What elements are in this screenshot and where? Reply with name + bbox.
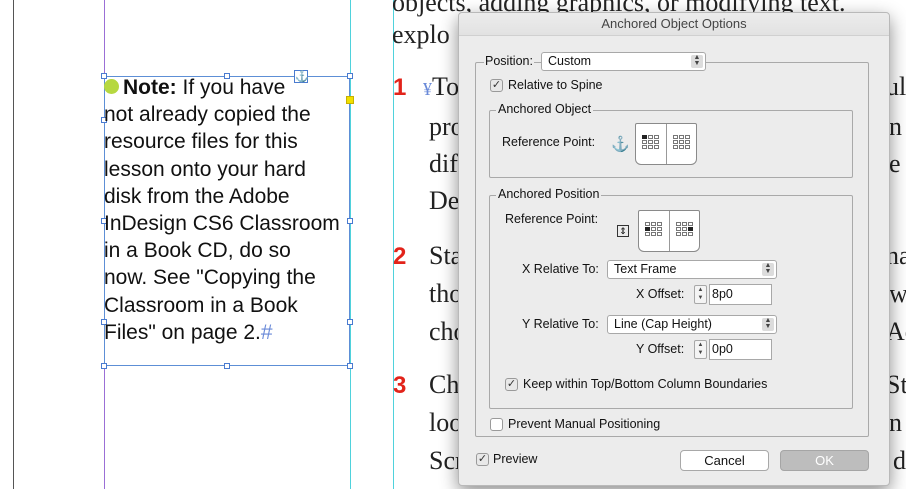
note-line: in a Book CD, do so bbox=[104, 239, 291, 263]
spine-relative-icon: ⇕ bbox=[617, 225, 629, 237]
chevron-updown-icon: ▲ ▼ bbox=[691, 54, 703, 68]
paragraph-end-mark: # bbox=[260, 320, 273, 344]
y-offset-stepper[interactable]: ▲ ▼ bbox=[694, 340, 707, 359]
indesign-canvas: ⚓ Note: If you have not already copied t… bbox=[0, 0, 906, 489]
anchor-position-marker: ¥ bbox=[423, 79, 432, 99]
note-line: resource files for this bbox=[104, 130, 298, 154]
ok-button[interactable]: OK bbox=[780, 450, 869, 471]
step-line: De bbox=[429, 186, 460, 215]
chevron-updown-icon: ▲ ▼ bbox=[762, 317, 774, 331]
body-fragment: n bbox=[889, 112, 902, 141]
position-select-value: Custom bbox=[548, 54, 592, 68]
cancel-button[interactable]: Cancel bbox=[680, 450, 769, 471]
body-fragment: n bbox=[889, 408, 902, 437]
frame-handle-bm[interactable] bbox=[224, 363, 230, 369]
anchored-object-reference-point-proxy[interactable] bbox=[635, 123, 697, 165]
x-offset-stepper[interactable]: ▲ ▼ bbox=[694, 285, 707, 304]
step-number: 2 bbox=[393, 243, 407, 270]
anchored-object-group-label: Anchored Object bbox=[496, 102, 594, 116]
page-edge-line bbox=[13, 0, 14, 489]
note-label: Note: bbox=[123, 76, 177, 99]
position-select[interactable]: Custom ▲ ▼ bbox=[541, 52, 706, 71]
step-line: Ch bbox=[429, 370, 460, 399]
step-line: dif bbox=[429, 149, 458, 178]
note-line: If you have bbox=[182, 76, 286, 99]
anchored-position-group-label: Anchored Position bbox=[496, 187, 602, 201]
chevron-updown-icon: ▲ ▼ bbox=[762, 262, 774, 276]
frame-handle-br[interactable] bbox=[347, 363, 353, 369]
preview-label: Preview bbox=[493, 452, 538, 466]
y-offset-label: Y Offset: bbox=[636, 342, 685, 356]
body-fragment: d bbox=[893, 446, 906, 475]
body-fragment: e bbox=[889, 149, 901, 178]
relative-to-spine-label: Relative to Spine bbox=[508, 78, 603, 92]
dialog-title[interactable]: Anchored Object Options bbox=[459, 13, 889, 36]
proxy-grid-right[interactable] bbox=[673, 135, 690, 149]
note-line: disk from the Adobe bbox=[104, 184, 290, 208]
anchored-object-options-dialog: Anchored Object Options Position: Custom… bbox=[458, 12, 890, 486]
relative-to-spine-checkbox[interactable]: ✓ bbox=[490, 79, 503, 92]
note-line: Files" on page 2. bbox=[104, 320, 261, 344]
note-bullet-icon bbox=[104, 78, 119, 94]
y-relative-to-label: Y Relative To: bbox=[522, 317, 599, 331]
keep-within-boundaries-checkbox[interactable]: ✓ bbox=[505, 378, 518, 391]
x-relative-to-label: X Relative To: bbox=[522, 262, 599, 276]
body-line: explo bbox=[392, 20, 450, 49]
anchor-icon: ⚓ bbox=[611, 136, 630, 153]
y-relative-to-select[interactable]: Line (Cap Height) ▲ ▼ bbox=[607, 315, 777, 334]
y-relative-to-value: Line (Cap Height) bbox=[614, 317, 712, 331]
keep-within-boundaries-label: Keep within Top/Bottom Column Boundaries bbox=[523, 377, 768, 391]
anchored-position-reference-point-label: Reference Point: bbox=[505, 212, 599, 226]
x-offset-field[interactable]: 8p0 bbox=[709, 284, 772, 305]
note-line: lesson onto your hard bbox=[104, 157, 306, 181]
proxy-grid-left[interactable] bbox=[645, 222, 662, 236]
x-offset-label: X Offset: bbox=[636, 287, 685, 301]
prevent-manual-positioning-label: Prevent Manual Positioning bbox=[508, 417, 661, 431]
prevent-manual-positioning-checkbox[interactable] bbox=[490, 418, 503, 431]
preview-checkbox[interactable]: ✓ bbox=[476, 453, 489, 466]
proxy-grid-left[interactable] bbox=[642, 135, 659, 149]
x-relative-to-value: Text Frame bbox=[614, 262, 677, 276]
frame-handle-bl[interactable] bbox=[101, 363, 107, 369]
y-offset-field[interactable]: 0p0 bbox=[709, 339, 772, 360]
anchored-position-reference-point-proxy[interactable] bbox=[638, 210, 700, 252]
note-line: Classroom in a Book bbox=[104, 293, 298, 317]
note-line: not already copied the bbox=[104, 103, 311, 127]
x-relative-to-select[interactable]: Text Frame ▲ ▼ bbox=[607, 260, 777, 279]
position-label: Position: bbox=[484, 54, 534, 68]
body-fragment: w bbox=[889, 279, 906, 308]
note-line: InDesign CS6 Classroom bbox=[104, 212, 340, 236]
proxy-grid-right[interactable] bbox=[676, 222, 693, 236]
step-number: 1 bbox=[393, 74, 407, 101]
note-text: Note: If you have not already copied the… bbox=[104, 74, 350, 346]
step-line: ¥To bbox=[423, 72, 460, 101]
anchored-object-reference-point-label: Reference Point: bbox=[502, 135, 596, 149]
step-number: 3 bbox=[393, 372, 407, 399]
note-line: now. See "Copying the bbox=[104, 266, 316, 290]
